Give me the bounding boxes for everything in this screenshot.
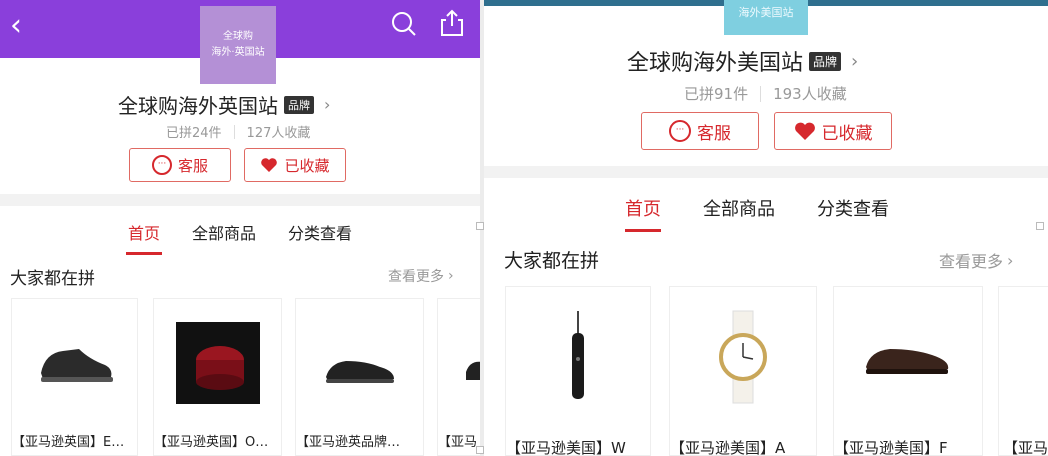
right-screen: 海外美国站 全球购海外美国站 品牌 › 已拼91件 193人收藏 ··· 客服 … (484, 0, 1048, 456)
stat-group-count: 已拼91件 (684, 85, 749, 103)
selection-handle (1036, 222, 1044, 230)
logo-line-1: 全球购 (223, 31, 253, 42)
view-more-link[interactable]: 查看更多 › (939, 248, 1013, 272)
logo-text: 海外美国站 (738, 5, 794, 19)
section-title: 大家都在拼 (10, 269, 95, 289)
product-card[interactable]: 【亚马 (437, 298, 480, 456)
share-icon[interactable] (438, 8, 466, 38)
shop-name: 全球购海外美国站 品牌 › (627, 45, 858, 77)
brand-badge: 品牌 (809, 51, 842, 71)
view-more-label: 查看更多 (388, 269, 444, 285)
view-more-link[interactable]: 查看更多 › (388, 266, 454, 286)
selection-handle (476, 446, 484, 454)
service-button[interactable]: ··· 客服 (641, 112, 759, 150)
stat-divider (233, 124, 235, 139)
chevron-right-icon: › (1007, 250, 1014, 270)
chat-icon: ··· (151, 155, 172, 175)
product-name: 【亚马逊英国】E… (12, 435, 125, 450)
product-card[interactable]: 【亚马 (998, 286, 1048, 456)
selection-handle (476, 222, 484, 230)
product-name: 【亚马逊美国】W (506, 439, 626, 456)
product-card[interactable]: 【亚马逊英国】E… (11, 298, 138, 456)
white-watch-icon (670, 307, 816, 407)
stat-group-count: 已拼24件 (166, 126, 222, 141)
shop-name-text: 全球购海外美国站 (627, 51, 804, 76)
chat-icon: ··· (669, 120, 691, 142)
section-divider (484, 166, 1048, 178)
shop-stats: 已拼91件 193人收藏 (684, 83, 847, 104)
black-sneaker-icon (12, 329, 137, 399)
service-label: 客服 (697, 123, 731, 144)
heart-icon (261, 158, 278, 172)
product-name: 【亚马逊美国】F (834, 439, 948, 456)
stat-fav-count: 127人收藏 (246, 126, 311, 141)
favorited-label: 已收藏 (821, 123, 873, 144)
service-button[interactable]: ··· 客服 (129, 148, 231, 182)
brand-badge: 品牌 (284, 95, 314, 114)
service-label: 客服 (177, 156, 208, 175)
black-loafer-icon (296, 339, 423, 399)
tab-categories[interactable]: 分类查看 (817, 195, 889, 221)
shop-stats: 已拼24件 127人收藏 (166, 122, 310, 141)
left-screen: ‹ 全球购 海外·英国站 全球购海外英国站 品牌 › 已拼24件 127人收藏 … (0, 0, 480, 456)
tab-home[interactable]: 首页 (128, 220, 160, 244)
product-card[interactable]: 【亚马逊美国】F (833, 286, 983, 456)
tab-home[interactable]: 首页 (625, 195, 661, 221)
product-card[interactable]: 【亚马逊美国】A (669, 286, 817, 456)
shop-name: 全球购海外英国站 品牌 › (118, 90, 330, 119)
tab-categories[interactable]: 分类查看 (288, 220, 352, 244)
product-name: 【亚马 (438, 435, 478, 450)
favorited-label: 已收藏 (284, 156, 330, 175)
tab-bar: 首页 全部商品 分类查看 (0, 220, 480, 244)
stat-divider (760, 85, 762, 102)
product-name: 【亚马逊美国】A (670, 439, 786, 456)
product-card[interactable]: 【亚马逊英国】O… (153, 298, 282, 456)
shop-logo: 全球购 海外·英国站 (200, 6, 276, 84)
search-icon[interactable] (390, 10, 418, 38)
back-icon[interactable]: ‹ (10, 8, 22, 43)
product-card[interactable]: 【亚马逊英品牌… (295, 298, 424, 456)
product-card[interactable]: 【亚马逊美国】W (505, 286, 651, 456)
tab-bar: 首页 全部商品 分类查看 (484, 195, 1048, 221)
shop-logo: 海外美国站 (724, 0, 808, 35)
red-cream-jar-icon (154, 321, 281, 405)
heart-icon (794, 122, 815, 140)
chevron-right-icon: › (448, 268, 454, 284)
favorited-button[interactable]: 已收藏 (774, 112, 892, 150)
tab-all-products[interactable]: 全部商品 (703, 195, 775, 221)
product-name: 【亚马逊英国】O… (154, 435, 269, 450)
section-divider (0, 194, 480, 206)
shop-chevron-icon[interactable]: › (851, 51, 858, 72)
tab-all-products[interactable]: 全部商品 (192, 220, 256, 244)
product-name: 【亚马 (1003, 439, 1048, 456)
favorited-button[interactable]: 已收藏 (244, 148, 346, 182)
stat-fav-count: 193人收藏 (773, 85, 847, 103)
section-title: 大家都在拼 (504, 250, 600, 272)
brown-loafer-icon (834, 325, 982, 395)
view-more-label: 查看更多 (939, 252, 1004, 271)
product-name: 【亚马逊英品牌… (296, 435, 401, 450)
logo-line-2: 海外·英国站 (211, 47, 265, 58)
shop-chevron-icon[interactable]: › (324, 95, 330, 114)
partial-item-icon (999, 325, 1048, 395)
shop-name-text: 全球购海外英国站 (118, 94, 278, 118)
black-shoe-icon (438, 339, 480, 399)
water-flosser-icon (506, 307, 650, 407)
